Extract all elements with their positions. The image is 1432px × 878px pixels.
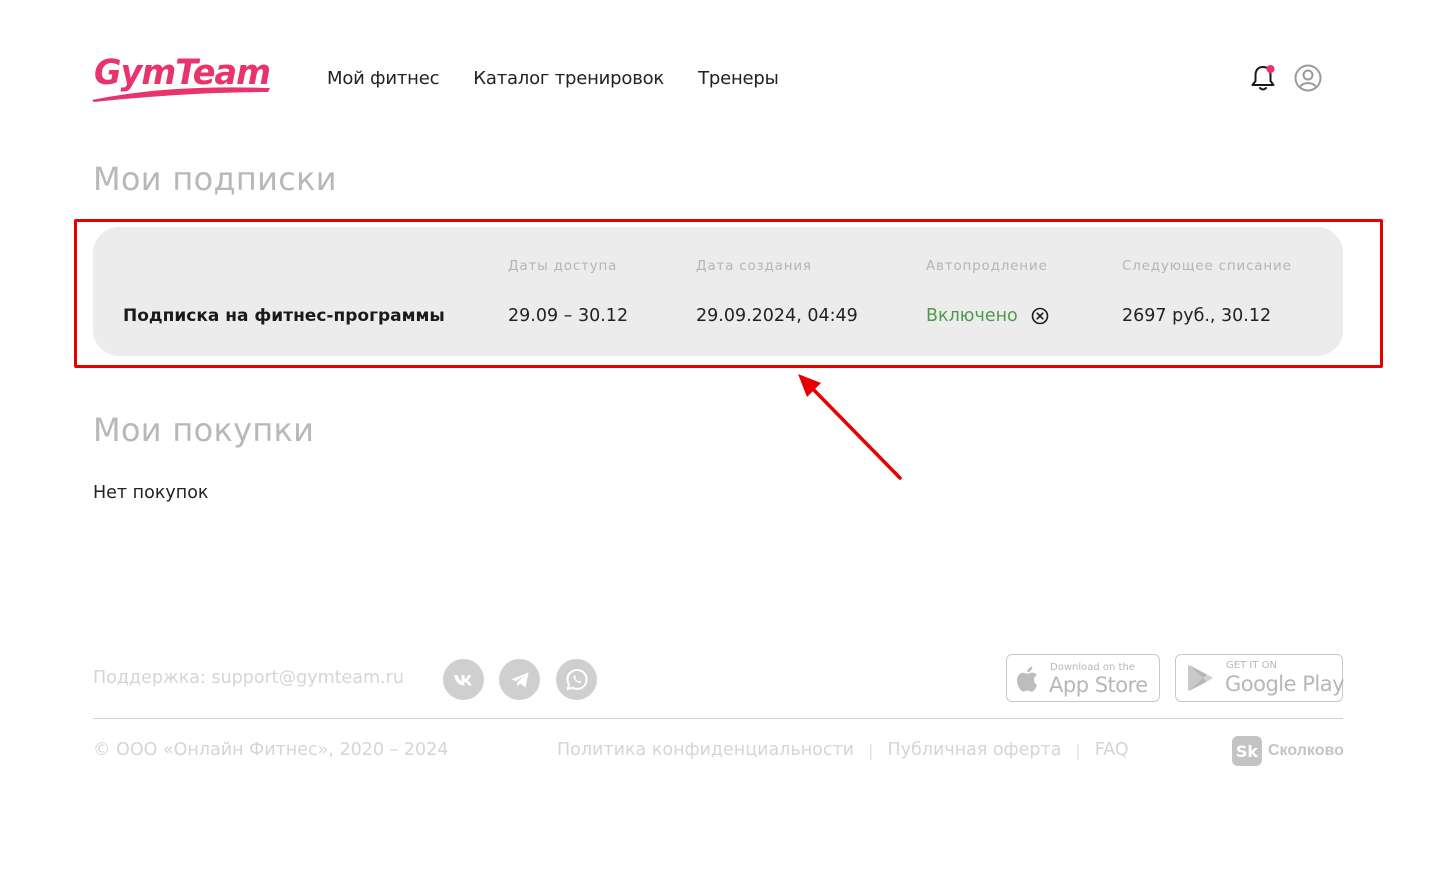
google-play-small-text: GET IT ON [1226, 660, 1277, 671]
subscription-created-date: 29.09.2024, 04:49 [696, 306, 858, 326]
bell-icon [1251, 65, 1275, 91]
column-header-autorenew: Автопродление [926, 258, 1048, 274]
autorenew-status: Включено [926, 306, 1018, 326]
app-store-big-text: App Store [1049, 673, 1148, 697]
public-offer-link[interactable]: Публичная оферта [887, 740, 1061, 760]
skolkovo-logo[interactable]: Sk Сколково [1232, 736, 1344, 766]
gymteam-logo[interactable]: GymTeam [90, 50, 272, 106]
copyright-text: © ООО «Онлайн Фитнес», 2020 – 2024 [93, 740, 449, 760]
page: GymTeam Мой фитнес Каталог тренировок Тр… [0, 0, 1432, 878]
faq-link[interactable]: FAQ [1095, 740, 1129, 760]
google-play-button[interactable]: GET IT ON Google Play [1175, 654, 1345, 702]
purchases-title: Мои покупки [93, 411, 315, 449]
skolkovo-badge: Sk [1232, 736, 1262, 766]
google-play-big-text: Google Play [1225, 672, 1345, 696]
close-circle-icon [1031, 307, 1049, 325]
telegram-button[interactable] [499, 659, 540, 700]
footer-separator: | [1075, 740, 1081, 760]
subscription-name: Подписка на фитнес-программы [123, 306, 445, 326]
disable-autorenew-button[interactable] [1031, 307, 1049, 325]
subscription-card [93, 227, 1343, 356]
vk-button[interactable] [443, 659, 484, 700]
nav-my-fitness[interactable]: Мой фитнес [327, 68, 439, 89]
gymteam-logo-icon: GymTeam [92, 53, 271, 102]
whatsapp-button[interactable] [556, 659, 597, 700]
no-purchases-text: Нет покупок [93, 483, 209, 503]
subscription-access-dates: 29.09 – 30.12 [508, 306, 629, 326]
footer-divider [93, 718, 1343, 719]
column-header-access-dates: Даты доступа [508, 258, 618, 274]
annotation-arrow-icon [798, 374, 902, 480]
telegram-icon [510, 672, 528, 687]
footer-separator: | [868, 740, 874, 760]
subscriptions-title: Мои подписки [93, 160, 337, 198]
whatsapp-icon [565, 668, 588, 690]
vk-icon [453, 674, 472, 685]
app-store-small-text: Download on the [1050, 662, 1135, 673]
app-store-button[interactable]: Download on the App Store [1006, 654, 1160, 702]
nav-workout-catalog[interactable]: Каталог тренировок [473, 68, 664, 89]
main-nav: Мой фитнес Каталог тренировок Тренеры [327, 68, 779, 89]
column-header-created: Дата создания [696, 258, 812, 274]
subscription-next-charge: 2697 руб., 30.12 [1122, 306, 1272, 326]
skolkovo-name: Сколково [1268, 742, 1344, 759]
column-header-next-charge: Следующее списание [1122, 258, 1292, 274]
footer-links: Политика конфиденциальности | Публичная … [557, 740, 1129, 760]
privacy-policy-link[interactable]: Политика конфиденциальности [557, 740, 854, 760]
user-circle-icon [1294, 64, 1322, 92]
google-play-icon [1188, 665, 1213, 691]
notification-dot [1266, 65, 1275, 73]
notifications-button[interactable] [1248, 63, 1278, 93]
svg-text:GymTeam: GymTeam [94, 53, 270, 93]
apple-icon [1017, 666, 1038, 692]
nav-trainers[interactable]: Тренеры [698, 68, 779, 89]
support-email-link[interactable]: Поддержка: support@gymteam.ru [93, 668, 404, 688]
profile-button[interactable] [1294, 64, 1322, 92]
